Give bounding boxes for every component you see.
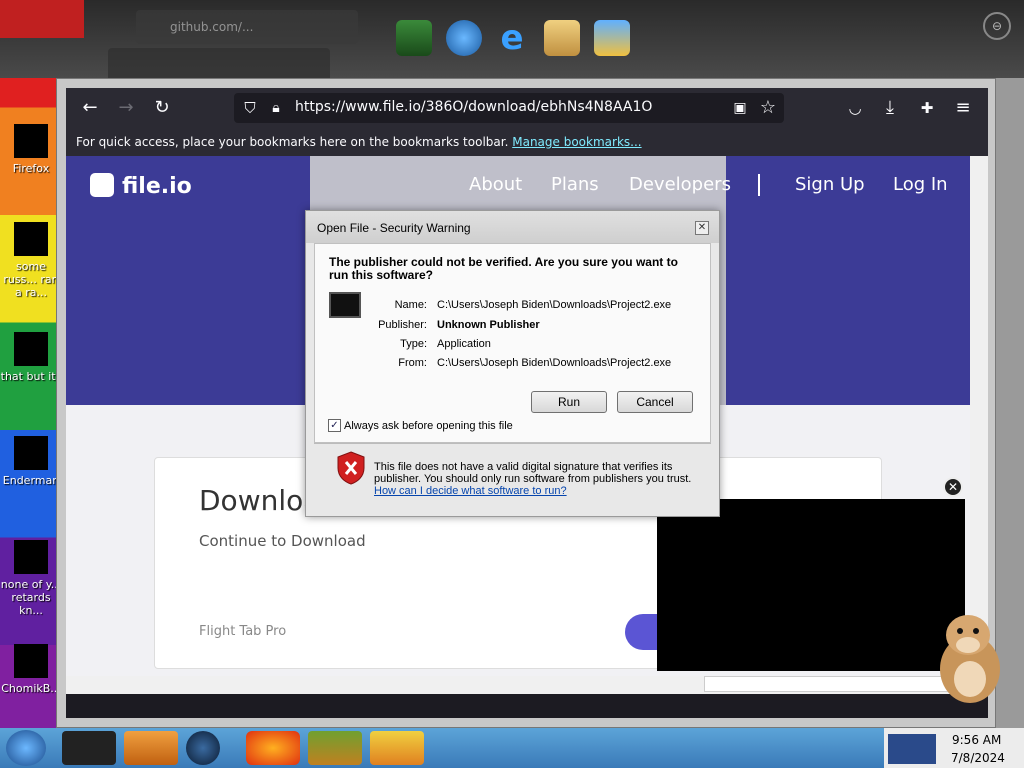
security-warning-dialog: Open File - Security Warning ✕ The publi… <box>305 210 720 517</box>
warning-message: This file does not have a valid digital … <box>374 461 692 485</box>
file-icon <box>14 540 48 574</box>
clock-date[interactable]: 7/8/2024 <box>951 751 1005 765</box>
internet-explorer-icon[interactable]: e <box>494 20 530 56</box>
quicklaunch-icon-5[interactable] <box>594 20 630 56</box>
quicklaunch-icon-2[interactable] <box>446 20 482 56</box>
card-subtitle: Continue to Download <box>199 532 366 550</box>
bookmark-star-icon[interactable]: ☆ <box>756 96 780 120</box>
tray-network-icon[interactable] <box>888 734 936 764</box>
clock-time[interactable]: 9:56 AM <box>952 733 1001 747</box>
start-button[interactable] <box>6 730 46 766</box>
reader-view-icon[interactable]: ▣ <box>728 96 752 120</box>
dialog-question: The publisher could not be verified. Are… <box>329 255 678 282</box>
always-ask-label[interactable]: Always ask before opening this file <box>344 420 513 432</box>
type-label: Type: <box>400 338 427 350</box>
background-close-icon[interactable]: ⊖ <box>983 12 1011 40</box>
fileio-logo-icon <box>90 173 114 197</box>
reload-icon[interactable]: ↻ <box>150 96 174 120</box>
dialog-close-icon[interactable]: ✕ <box>695 221 709 235</box>
file-icon <box>14 644 48 678</box>
nav-about[interactable]: About <box>469 174 522 195</box>
run-button[interactable]: Run <box>531 391 607 413</box>
nav-sign-up[interactable]: Sign Up <box>795 174 865 195</box>
desktop-icon-2[interactable]: some russ... ran a ra... <box>0 222 62 299</box>
background-window-corner <box>0 0 84 38</box>
extensions-icon[interactable]: ✚ <box>915 96 939 120</box>
bookmarks-hint: For quick access, place your bookmarks h… <box>76 135 509 149</box>
desktop-icon-label: Firefox <box>12 162 50 175</box>
video-close-icon[interactable]: ✕ <box>943 477 963 497</box>
publisher-value: Unknown Publisher <box>437 319 540 331</box>
dialog-warning-text: This file does not have a valid digital … <box>374 461 704 497</box>
desktop-icon-chomik[interactable]: ChomikB... <box>0 644 62 695</box>
menu-icon[interactable]: ≡ <box>951 96 975 120</box>
background-tab[interactable]: github.com/... <box>136 10 358 44</box>
dialog-body: The publisher could not be verified. Are… <box>314 243 711 443</box>
nav-log-in[interactable]: Log In <box>893 174 948 195</box>
desktop-icon-label: that but its <box>0 370 62 383</box>
site-logo[interactable]: file.io <box>90 173 192 199</box>
nav-plans[interactable]: Plans <box>551 174 599 195</box>
desktop-icon-5[interactable]: none of y... retards kn... <box>0 540 62 617</box>
pocket-icon[interactable]: ◡ <box>843 96 867 120</box>
downloads-icon[interactable]: ⤓ <box>878 96 902 120</box>
vertical-scrollbar[interactable] <box>970 156 988 676</box>
dialog-divider <box>314 443 711 444</box>
nav-developers[interactable]: Developers <box>629 174 731 195</box>
taskbar-firefox-icon[interactable] <box>246 731 300 765</box>
desktop-icon-label: some russ... ran a ra... <box>3 260 59 299</box>
decide-software-link[interactable]: How can I decide what software to run? <box>374 485 567 497</box>
desktop-icon-3[interactable]: that but its <box>0 332 62 383</box>
bookmarks-toolbar: For quick access, place your bookmarks h… <box>66 128 988 156</box>
taskbar-app-box[interactable] <box>308 731 362 765</box>
dialog-title: Open File - Security Warning <box>317 221 471 235</box>
file-icon <box>14 332 48 366</box>
card-title: Downloa <box>199 484 321 517</box>
desktop-icon-label: none of y... retards kn... <box>0 578 62 617</box>
desktop-icon-label: Enderman <box>2 474 60 487</box>
always-ask-checkbox[interactable]: ✓ <box>328 419 341 432</box>
publisher-label: Publisher: <box>378 319 427 331</box>
forward-icon[interactable]: → <box>114 96 138 120</box>
quicklaunch-icon-1[interactable] <box>396 20 432 56</box>
url-text[interactable]: https://www.file.io/386O/download/ebhNs4… <box>295 99 652 115</box>
file-icon <box>14 436 48 470</box>
desktop-icon-firefox[interactable]: Firefox <box>0 124 62 175</box>
card-footer: Flight Tab Pro <box>199 624 287 639</box>
taskbar-app-globe[interactable] <box>186 731 220 765</box>
from-label: From: <box>398 357 427 369</box>
taskbar-app-folder[interactable] <box>370 731 424 765</box>
file-icon <box>14 222 48 256</box>
firefox-icon <box>14 124 48 158</box>
shield-icon[interactable]: ⛉ <box>238 96 262 120</box>
warning-shield-icon <box>337 451 365 485</box>
video-popup[interactable] <box>657 499 965 671</box>
lock-icon[interactable]: 🔒︎ <box>264 96 288 120</box>
from-value: C:\Users\Joseph Biden\Downloads\Project2… <box>437 357 672 369</box>
type-value: Application <box>437 338 491 350</box>
dialog-warning-panel: This file does not have a valid digital … <box>314 447 711 505</box>
logo-text: file.io <box>122 174 192 199</box>
desktop-icon-label: ChomikB... <box>1 682 61 695</box>
background-bar <box>108 48 330 82</box>
desktop-icon-enderman[interactable]: Enderman <box>0 436 62 487</box>
quicklaunch-icon-4[interactable] <box>544 20 580 56</box>
name-label: Name: <box>394 299 427 311</box>
taskbar-app-media[interactable] <box>124 731 178 765</box>
back-icon[interactable]: ← <box>78 96 102 120</box>
cancel-button[interactable]: Cancel <box>617 391 693 413</box>
taskbar-app-1[interactable] <box>62 731 116 765</box>
hamster-icon <box>940 615 1000 703</box>
manage-bookmarks-link[interactable]: Manage bookmarks... <box>512 135 641 149</box>
name-value: C:\Users\Joseph Biden\Downloads\Project2… <box>437 299 672 311</box>
nav-separator <box>758 174 760 196</box>
